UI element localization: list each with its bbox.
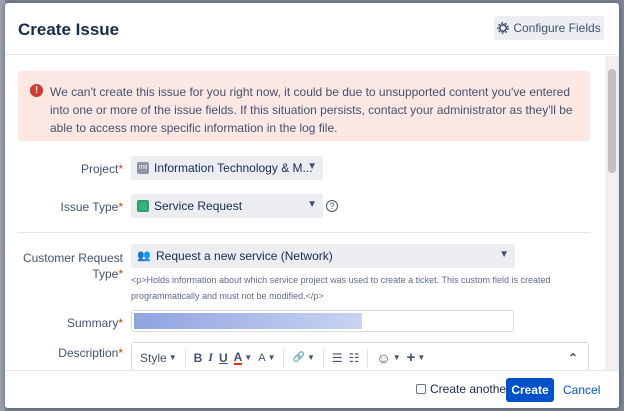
bold-button[interactable]: B [194, 347, 203, 369]
toolbar-divider [283, 348, 285, 367]
gear-icon [497, 22, 510, 34]
chevron-down-icon: ▼ [392, 353, 401, 362]
create-another-checkbox[interactable] [416, 384, 426, 394]
dialog-footer: Create another Create Cancel [5, 370, 619, 408]
toolbar-divider [184, 348, 186, 367]
error-icon: ! [30, 84, 43, 97]
bullet-list-button[interactable]: ☰ [332, 347, 343, 369]
configure-fields-button[interactable]: Configure Fields [494, 16, 604, 40]
chevron-down-icon: ▼ [307, 161, 317, 172]
underline-button[interactable]: U [219, 347, 228, 369]
link-icon: 🔗 [292, 352, 305, 363]
text-color-button[interactable]: A ▼ [233, 347, 253, 369]
create-issue-dialog: Create Issue Configure Fields ! We can't… [5, 3, 619, 408]
customer-request-type-value: Request a new service (Network) [156, 249, 333, 263]
service-request-icon [137, 200, 149, 212]
collapse-toolbar-button[interactable]: ⌃ [568, 347, 578, 369]
customer-request-icon: 👥 [137, 250, 151, 262]
section-divider [18, 232, 590, 233]
chevron-down-icon: ▼ [307, 199, 317, 210]
customer-request-type-description: <p>Holds information about which service… [131, 275, 551, 301]
chevron-down-icon: ▼ [267, 353, 276, 362]
configure-fields-label: Configure Fields [513, 21, 601, 35]
dialog-header: Create Issue Configure Fields [5, 3, 619, 55]
issue-type-value: Service Request [154, 199, 243, 213]
description-editor-toolbar: Style ▼ B I U A ▼ A ▼ 🔗 ▼ ☰ ☷ ☺ ▼ + ▼ ⌃ [131, 342, 589, 370]
project-icon: ITM [137, 162, 149, 174]
toolbar-divider [367, 348, 369, 367]
chevron-down-icon: ▼ [499, 249, 509, 260]
error-message-text: We can't create this issue for you right… [50, 85, 573, 135]
toolbar-divider [322, 348, 324, 367]
insert-button[interactable]: + ▼ [407, 347, 426, 369]
description-label: Description* [58, 346, 123, 360]
numbered-list-button[interactable]: ☷ [349, 347, 360, 369]
customer-request-type-select[interactable]: 👥 Request a new service (Network) ▼ [131, 244, 515, 268]
plus-icon: + [406, 349, 416, 366]
scrollbar-thumb[interactable] [608, 69, 616, 173]
double-chevron-up-icon: ⌃ [567, 350, 578, 365]
summary-input[interactable] [131, 310, 514, 332]
chevron-down-icon: ▼ [244, 353, 253, 362]
emoji-icon: ☺ [376, 349, 391, 366]
dialog-title: Create Issue [18, 20, 120, 39]
create-button[interactable]: Create [506, 378, 554, 402]
dialog-body[interactable]: ! We can't create this issue for you rig… [5, 56, 619, 370]
link-button[interactable]: 🔗 ▼ [292, 347, 314, 369]
help-icon[interactable]: ? [326, 200, 338, 212]
project-value: Information Technology & M... [154, 161, 313, 175]
issue-type-label: Issue Type* [60, 200, 124, 214]
create-another-label[interactable]: Create another [430, 382, 510, 396]
summary-text-selection [134, 313, 362, 329]
chevron-down-icon: ▼ [417, 353, 426, 362]
project-label: Project* [80, 162, 123, 176]
issue-type-select[interactable]: Service Request ▼ [131, 194, 323, 218]
emoji-button[interactable]: ☺ ▼ [376, 347, 400, 369]
summary-label: Summary* [66, 316, 123, 330]
cancel-button[interactable]: Cancel [563, 383, 600, 397]
customer-request-type-label: Customer Request Type* [22, 251, 123, 281]
italic-button[interactable]: I [208, 347, 213, 369]
project-select[interactable]: ITM Information Technology & M... ▼ [131, 156, 323, 180]
chevron-down-icon: ▼ [306, 353, 315, 362]
chevron-down-icon: ▼ [168, 353, 177, 362]
more-formatting-button[interactable]: A ▼ [258, 347, 275, 369]
error-message-box: ! We can't create this issue for you rig… [18, 71, 590, 141]
text-style-dropdown[interactable]: Style ▼ [140, 347, 177, 369]
bullet-list-icon: ☰ [331, 350, 343, 365]
numbered-list-icon: ☷ [348, 350, 360, 365]
